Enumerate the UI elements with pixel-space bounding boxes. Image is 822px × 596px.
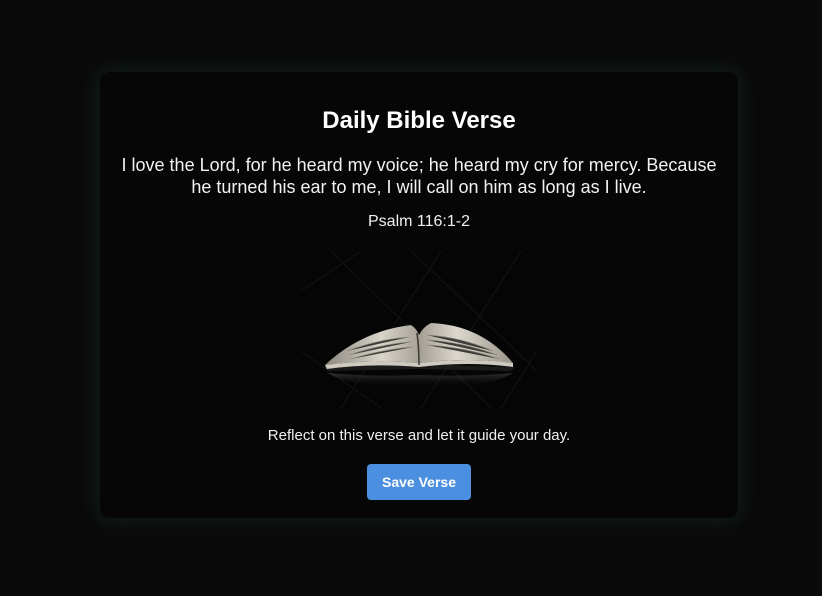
verse-text: I love the Lord, for he heard my voice; …	[121, 155, 717, 197]
page-title: Daily Bible Verse	[322, 107, 516, 134]
save-verse-button[interactable]: Save Verse	[367, 464, 471, 500]
verse-reference: Psalm 116:1-2	[368, 213, 470, 230]
reflection-caption: Reflect on this verse and let it guide y…	[267, 427, 571, 444]
open-bible-image	[301, 251, 537, 408]
open-bible-icon	[301, 251, 537, 408]
verse-card: Daily Bible Verse I love the Lord, for h…	[100, 72, 738, 518]
